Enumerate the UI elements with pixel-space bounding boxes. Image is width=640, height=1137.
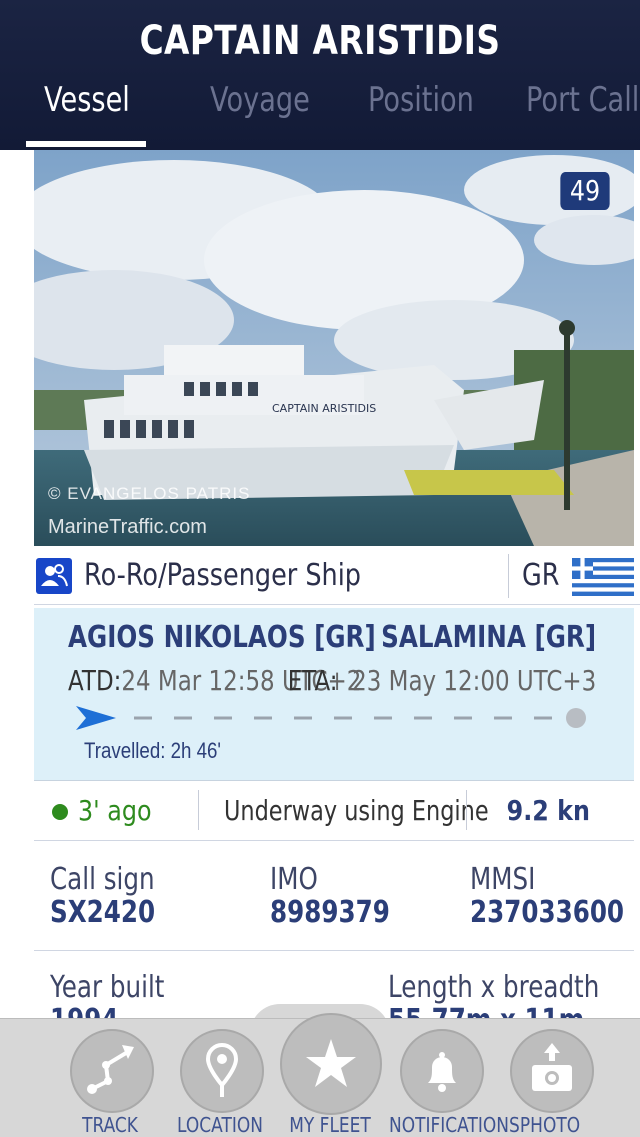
nav-my-fleet[interactable]: MY FLEET — [270, 1013, 390, 1137]
online-status-icon — [52, 804, 68, 820]
nav-location-label: LOCATION — [177, 1113, 263, 1137]
photo-credit: © EVANGELOS PATRIS — [48, 484, 251, 503]
mmsi-value: 237033600 — [470, 895, 625, 930]
vessel-speed: 9.2 kn — [506, 794, 590, 827]
nav-my-fleet-label: MY FLEET — [289, 1113, 371, 1137]
year-built-value: 1994 — [50, 1003, 164, 1018]
hull-name-text: CAPTAIN ARISTIDIS — [272, 402, 376, 415]
divider — [466, 790, 467, 830]
voyage-panel[interactable]: AGIOS NIKOLAOS [GR] SALAMINA [GR] ATD:24… — [34, 608, 634, 781]
nav-track-label: TRACK — [82, 1113, 138, 1137]
tab-port-calls[interactable]: Port Calls — [526, 80, 640, 130]
vessel-photo[interactable]: CAPTAIN ARISTIDIS 49 © EVANGELOS PATRIS … — [34, 150, 634, 546]
eta-info: ETA: 23 May 12:00 UTC+3 — [287, 664, 596, 697]
flag-code: GR — [522, 558, 560, 593]
star-icon — [280, 1013, 382, 1115]
bell-icon — [400, 1029, 484, 1113]
imo-value: 8989379 — [270, 895, 390, 930]
vessel-content[interactable]: CAPTAIN ARISTIDIS 49 © EVANGELOS PATRIS … — [0, 150, 640, 1018]
vessel-arrow-icon — [76, 706, 116, 730]
vessel-title: CAPTAIN ARISTIDIS — [139, 18, 501, 64]
atd-label: ATD: — [68, 664, 122, 697]
photo-count-badge[interactable]: 49 — [560, 172, 610, 210]
imo-field: IMO 8989379 — [270, 862, 416, 930]
divider — [198, 790, 199, 830]
route-progress — [74, 698, 594, 738]
year-built-field: Year built 1994 — [50, 970, 190, 1018]
tab-voyage[interactable]: Voyage — [210, 80, 310, 130]
photo-watermark: MarineTraffic.com — [48, 516, 207, 538]
eta-value: 23 May 12:00 UTC+3 — [351, 664, 596, 697]
last-update: 3' ago — [78, 794, 152, 827]
camera-upload-icon — [510, 1029, 594, 1113]
divider — [508, 554, 509, 598]
status-row: 3' ago Underway using Engine 9.2 kn — [34, 784, 634, 841]
imo-label: IMO — [270, 862, 318, 897]
call-sign-label: Call sign — [50, 862, 155, 897]
travelled-time: Travelled: 2h 46' — [84, 738, 221, 763]
nav-track[interactable]: TRACK — [50, 1019, 170, 1137]
destination-dot-icon — [566, 708, 586, 728]
navigation-status: Underway using Engine — [224, 794, 489, 827]
vessel-type: Ro-Ro/Passenger Ship — [84, 558, 361, 593]
eta-label: ETA: — [287, 664, 338, 697]
mmsi-field: MMSI 237033600 — [470, 862, 640, 930]
vessel-identifiers: Call sign SX2420 IMO 8989379 MMSI 237033… — [34, 850, 634, 951]
passenger-icon — [36, 558, 72, 594]
nav-notifications[interactable]: NOTIFICATIONS — [380, 1019, 520, 1137]
location-pin-icon — [180, 1029, 264, 1113]
active-tab-indicator — [26, 141, 146, 147]
bottom-nav: TRACK LOCATION MY FLEET NOTIFICATIONS PH… — [0, 1013, 640, 1137]
call-sign-field: Call sign SX2420 — [50, 862, 178, 930]
nav-photo[interactable]: PHOTO — [490, 1019, 610, 1137]
vessel-type-row: Ro-Ro/Passenger Ship GR — [34, 548, 640, 605]
year-built-label: Year built — [50, 970, 165, 1005]
tab-position[interactable]: Position — [368, 80, 474, 130]
destination-port[interactable]: SALAMINA [GR] — [381, 620, 596, 655]
dimensions-field: Length x breadth 55.77m x 11m — [388, 970, 640, 1018]
departure-port[interactable]: AGIOS NIKOLAOS [GR] — [68, 620, 376, 655]
app-header: CAPTAIN ARISTIDIS Vessel Voyage Position… — [0, 0, 640, 150]
nav-notifications-label: NOTIFICATIONS — [389, 1113, 520, 1137]
call-sign-value: SX2420 — [50, 895, 156, 930]
dimensions-label: Length x breadth — [388, 970, 600, 1005]
mmsi-label: MMSI — [470, 862, 536, 897]
track-icon — [70, 1029, 154, 1113]
nav-photo-label: PHOTO — [519, 1113, 581, 1137]
tab-vessel[interactable]: Vessel — [44, 80, 130, 130]
greece-flag-icon — [572, 558, 634, 596]
nav-location[interactable]: LOCATION — [160, 1019, 280, 1137]
dimensions-value: 55.77m x 11m — [388, 1003, 599, 1018]
